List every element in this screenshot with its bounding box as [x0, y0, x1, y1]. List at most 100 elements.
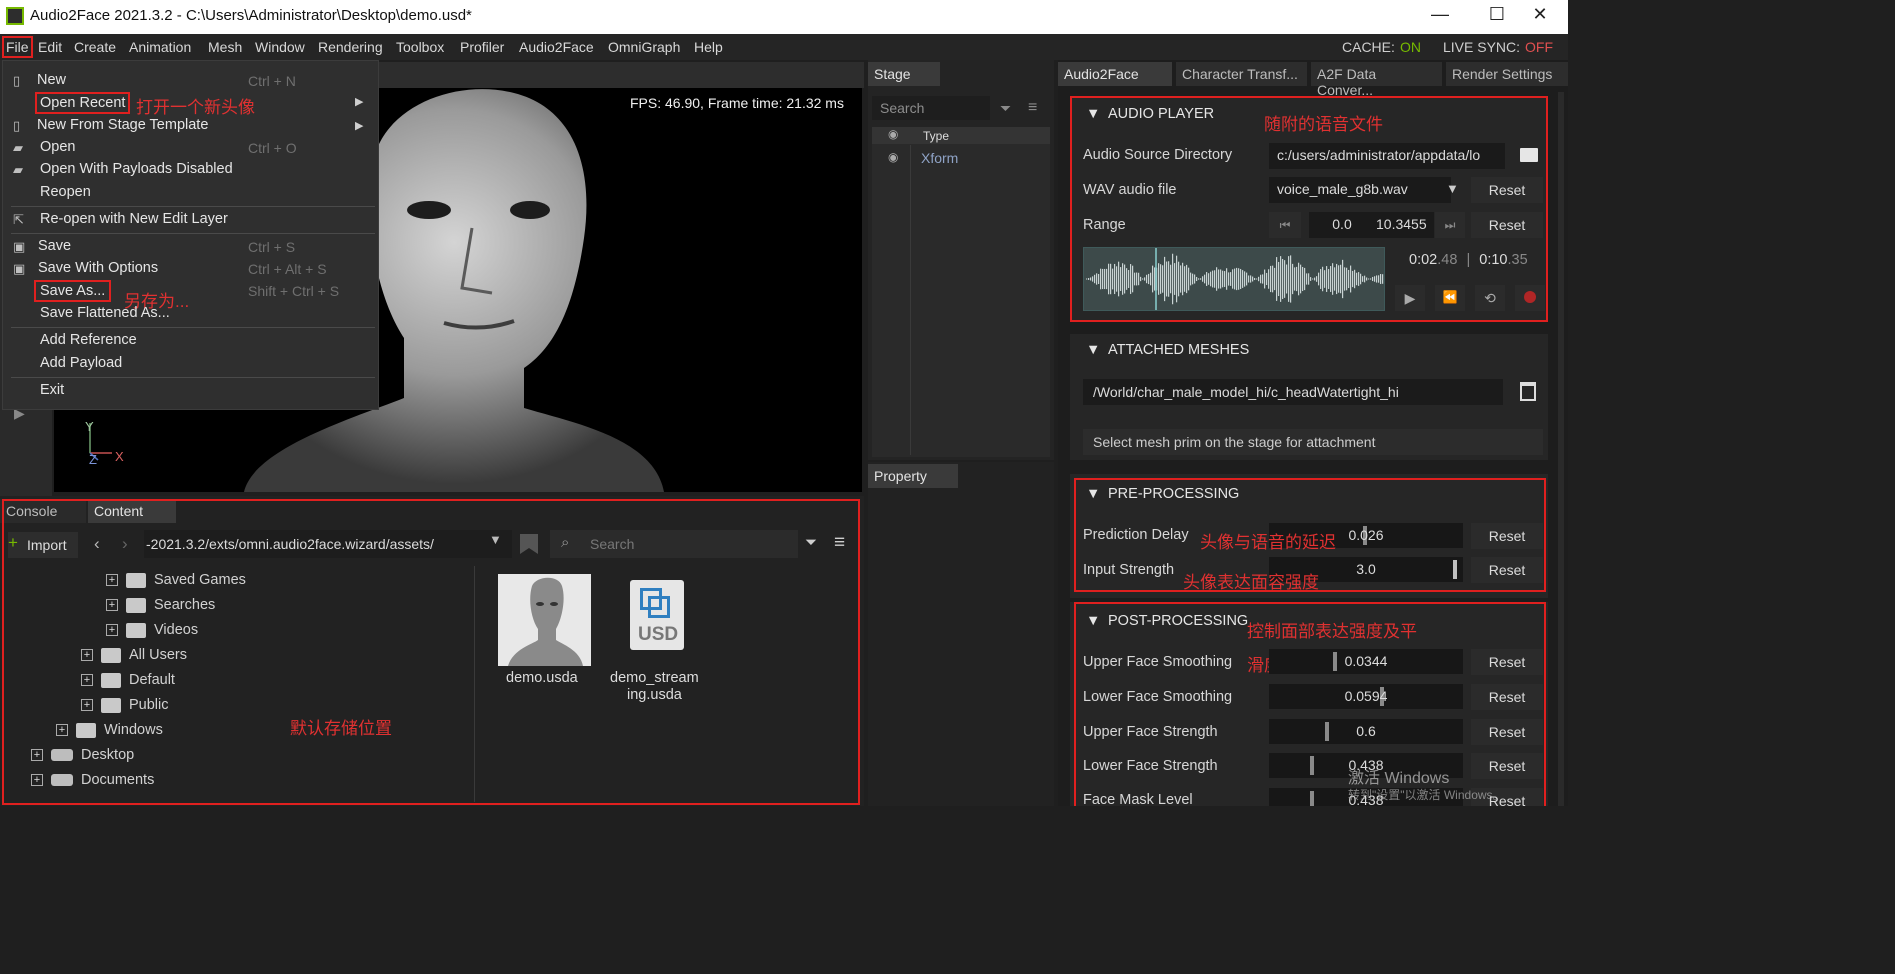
- tree-item[interactable]: + Windows: [56, 722, 163, 738]
- filter-icon[interactable]: ⏷: [805, 534, 817, 551]
- menu-item-new-from-template[interactable]: New From Stage Template: [37, 117, 208, 133]
- tree-item[interactable]: + Searches: [106, 597, 215, 613]
- tab-character-transfer[interactable]: Character Transf...: [1176, 62, 1307, 86]
- import-button[interactable]: + Import: [8, 532, 78, 558]
- menu-item-new[interactable]: New: [37, 72, 66, 88]
- reset-upper-face-smoothing-button[interactable]: Reset: [1471, 649, 1543, 675]
- chevron-down-icon[interactable]: ▼: [1446, 181, 1459, 196]
- back-arrow-icon[interactable]: ‹: [94, 534, 100, 554]
- maximize-button[interactable]: ☐: [1477, 4, 1517, 28]
- live-sync-value[interactable]: OFF: [1525, 39, 1553, 55]
- lower-face-smoothing-slider[interactable]: 0.0594: [1269, 684, 1463, 709]
- menu-item-add-payload[interactable]: Add Payload: [40, 355, 122, 371]
- menu-icon[interactable]: ≡: [834, 532, 845, 554]
- expand-icon[interactable]: +: [31, 774, 43, 787]
- cache-value[interactable]: ON: [1400, 39, 1421, 55]
- loop-icon[interactable]: ⟲: [1475, 285, 1505, 311]
- wav-file-dropdown[interactable]: voice_male_g8b.wav: [1269, 177, 1451, 203]
- stage-row-xform[interactable]: Xform: [921, 150, 958, 166]
- reset-wav-button[interactable]: Reset: [1471, 177, 1543, 203]
- menu-item-reopen[interactable]: Reopen: [40, 184, 91, 200]
- waveform-display[interactable]: [1083, 247, 1386, 311]
- tree-item[interactable]: + Videos: [106, 622, 198, 638]
- menu-edit[interactable]: Edit: [38, 39, 62, 55]
- tree-item[interactable]: + Documents: [31, 772, 154, 788]
- reset-lower-face-strength-button[interactable]: Reset: [1471, 753, 1543, 779]
- skip-start-icon[interactable]: ⏮: [1269, 212, 1301, 238]
- menu-item-open[interactable]: Open: [40, 139, 75, 155]
- panel-scrollbar[interactable]: [1558, 92, 1564, 806]
- visibility-eye-icon[interactable]: ◉: [888, 127, 898, 141]
- attached-meshes-collapse-icon[interactable]: ▼: [1086, 342, 1100, 358]
- usd-file-icon[interactable]: USD: [630, 580, 684, 650]
- pre-processing-collapse-icon[interactable]: ▼: [1086, 486, 1100, 502]
- audio-source-field[interactable]: c:/users/administrator/appdata/lo: [1269, 143, 1505, 169]
- menu-item-add-reference[interactable]: Add Reference: [40, 332, 137, 348]
- tree-item[interactable]: + All Users: [81, 647, 187, 663]
- tab-property[interactable]: Property: [868, 464, 958, 488]
- menu-item-save-as[interactable]: Save As...: [34, 280, 112, 302]
- menu-help[interactable]: Help: [694, 39, 723, 55]
- play-icon[interactable]: ▶: [1395, 285, 1425, 311]
- path-dropdown-icon[interactable]: ▼: [489, 532, 502, 547]
- expand-icon[interactable]: +: [81, 649, 93, 662]
- forward-arrow-icon[interactable]: ›: [122, 534, 128, 554]
- menu-omnigraph[interactable]: OmniGraph: [608, 39, 680, 55]
- reset-range-button[interactable]: Reset: [1471, 212, 1543, 238]
- menu-rendering[interactable]: Rendering: [318, 39, 383, 55]
- expand-icon[interactable]: +: [106, 624, 118, 637]
- content-search-input[interactable]: Search: [550, 530, 798, 558]
- record-icon[interactable]: [1515, 285, 1545, 311]
- menu-item-open-recent[interactable]: Open Recent: [35, 92, 131, 114]
- file-thumbnail-demo[interactable]: [498, 574, 591, 666]
- menu-mesh[interactable]: Mesh: [208, 39, 242, 55]
- menu-item-save-flattened[interactable]: Save Flattened As...: [40, 305, 170, 321]
- path-field[interactable]: -2021.3.2/exts/omni.audio2face.wizard/as…: [144, 530, 512, 558]
- mesh-path-field[interactable]: /World/char_male_model_hi/c_headWatertig…: [1083, 379, 1503, 405]
- range-end-field[interactable]: 10.3455: [1368, 212, 1434, 238]
- reset-lower-face-smoothing-button[interactable]: Reset: [1471, 684, 1543, 710]
- menu-profiler[interactable]: Profiler: [460, 39, 504, 55]
- expand-icon[interactable]: +: [81, 674, 93, 687]
- skip-end-icon[interactable]: ⏭: [1435, 212, 1465, 238]
- stage-search-input[interactable]: Search: [872, 96, 990, 120]
- tree-item[interactable]: + Desktop: [31, 747, 134, 763]
- menu-item-save[interactable]: Save: [38, 238, 71, 254]
- tree-item[interactable]: + Default: [81, 672, 175, 688]
- menu-file[interactable]: File: [2, 36, 33, 58]
- tab-render-settings[interactable]: Render Settings: [1446, 62, 1568, 86]
- tab-stage[interactable]: Stage: [868, 62, 940, 86]
- range-start-field[interactable]: 0.0: [1309, 212, 1375, 238]
- post-processing-collapse-icon[interactable]: ▼: [1086, 613, 1100, 629]
- upper-face-smoothing-slider[interactable]: 0.0344: [1269, 649, 1463, 674]
- menu-window[interactable]: Window: [255, 39, 305, 55]
- menu-animation[interactable]: Animation: [129, 39, 191, 55]
- close-button[interactable]: ✕: [1520, 4, 1560, 28]
- menu-create[interactable]: Create: [74, 39, 116, 55]
- tree-item[interactable]: + Public: [81, 697, 169, 713]
- reset-prediction-delay-button[interactable]: Reset: [1471, 523, 1543, 549]
- menu-icon[interactable]: ≡: [1028, 99, 1037, 117]
- audio-player-collapse-icon[interactable]: ▼: [1086, 106, 1100, 122]
- expand-icon[interactable]: +: [106, 574, 118, 587]
- minimize-button[interactable]: —: [1420, 4, 1460, 28]
- upper-face-strength-slider[interactable]: 0.6: [1269, 719, 1463, 744]
- filter-icon[interactable]: ⏷: [1000, 100, 1011, 117]
- visibility-eye-icon[interactable]: ◉: [888, 150, 898, 164]
- tab-a2f-data-conversion[interactable]: A2F Data Conver...: [1311, 62, 1442, 98]
- trash-icon[interactable]: [1520, 382, 1536, 401]
- menu-item-save-with-options[interactable]: Save With Options: [38, 260, 158, 276]
- rewind-icon[interactable]: ⏪: [1435, 285, 1465, 311]
- menu-item-open-payloads-disabled[interactable]: Open With Payloads Disabled: [40, 161, 233, 177]
- expand-icon[interactable]: +: [81, 699, 93, 712]
- tab-audio2face[interactable]: Audio2Face: [1058, 62, 1172, 86]
- expand-icon[interactable]: +: [31, 749, 43, 762]
- reset-input-strength-button[interactable]: Reset: [1471, 557, 1543, 583]
- expand-icon[interactable]: +: [56, 724, 68, 737]
- folder-browse-icon[interactable]: [1520, 148, 1538, 162]
- menu-item-exit[interactable]: Exit: [40, 382, 64, 398]
- menu-audio2face[interactable]: Audio2Face: [519, 39, 594, 55]
- menu-item-reopen-edit-layer[interactable]: Re-open with New Edit Layer: [40, 211, 228, 227]
- reset-upper-face-strength-button[interactable]: Reset: [1471, 719, 1543, 745]
- menu-toolbox[interactable]: Toolbox: [396, 39, 444, 55]
